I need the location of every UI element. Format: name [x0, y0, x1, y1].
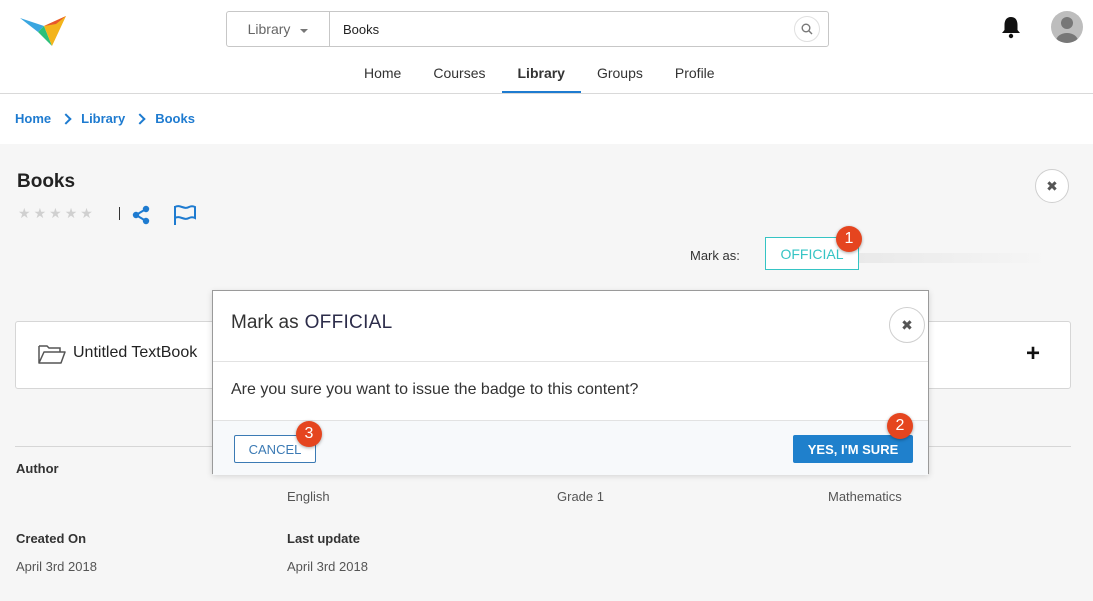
star-icon[interactable]: ★ [49, 206, 62, 220]
created-on-value: April 3rd 2018 [16, 559, 97, 574]
nav-groups[interactable]: Groups [581, 57, 659, 93]
search-input[interactable] [330, 12, 794, 46]
user-avatar[interactable] [1051, 11, 1083, 43]
star-icon[interactable]: ★ [65, 206, 78, 220]
nav-profile[interactable]: Profile [659, 57, 731, 93]
close-icon: ✖ [1046, 177, 1058, 194]
app-logo[interactable] [18, 8, 68, 50]
author-label: Author [16, 461, 59, 476]
created-on-label: Created On [16, 531, 87, 546]
language-value: English [287, 489, 330, 504]
last-update-label: Last update [287, 531, 360, 546]
star-icon[interactable]: ★ [34, 206, 47, 220]
dialog-header: Mark as OFFICIAL ✖ [213, 291, 928, 362]
dialog-title-badge: OFFICIAL [304, 312, 393, 333]
rating-stars[interactable]: ★ ★ ★ ★ ★ [18, 206, 93, 220]
nav-courses[interactable]: Courses [417, 57, 501, 93]
subject-value: Mathematics [828, 489, 902, 504]
chevron-right-icon [134, 112, 146, 125]
last-update-value: April 3rd 2018 [287, 559, 368, 574]
mark-as-label: Mark as: [690, 248, 740, 263]
step-marker-2: 2 [887, 413, 913, 439]
dialog-title-prefix: Mark as [231, 312, 299, 333]
dialog-message: Are you sure you want to issue the badge… [231, 381, 639, 398]
nav-home[interactable]: Home [348, 57, 417, 93]
badge-highlight [859, 253, 1049, 263]
search-bar: Library [226, 11, 829, 47]
close-content-button[interactable]: ✖ [1035, 169, 1069, 203]
dialog-title: Mark as OFFICIAL [231, 312, 393, 334]
breadcrumb-library[interactable]: Library [81, 111, 125, 126]
close-icon: ✖ [901, 316, 913, 333]
step-marker-1: 1 [836, 226, 862, 252]
flag-icon[interactable] [173, 204, 197, 231]
textbook-title[interactable]: Untitled TextBook [73, 344, 197, 362]
chevron-down-icon [300, 28, 309, 33]
divider [119, 207, 120, 220]
breadcrumb-home[interactable]: Home [15, 111, 51, 126]
step-marker-3: 3 [296, 421, 322, 447]
page-title: Books [17, 171, 76, 192]
search-button[interactable] [794, 16, 820, 42]
confirm-button[interactable]: YES, I'M SURE [793, 435, 913, 463]
breadcrumb-books[interactable]: Books [155, 111, 195, 126]
star-icon[interactable]: ★ [18, 206, 31, 220]
plus-icon[interactable]: + [1026, 340, 1040, 368]
mark-as-dialog: Mark as OFFICIAL ✖ Are you sure you want … [212, 290, 929, 475]
main-nav: Home Courses Library Groups Profile [348, 57, 731, 93]
breadcrumb: Home Library Books [15, 111, 195, 126]
top-bar: Library Home Courses Library Groups Prof… [0, 0, 1093, 94]
nav-library[interactable]: Library [501, 57, 581, 93]
dialog-close-button[interactable]: ✖ [889, 307, 925, 343]
share-icon[interactable] [131, 205, 151, 230]
folder-open-icon [38, 344, 66, 369]
search-scope-dropdown[interactable]: Library [227, 12, 330, 46]
search-icon [801, 23, 813, 35]
star-icon[interactable]: ★ [80, 206, 93, 220]
dialog-body: Are you sure you want to issue the badge… [213, 362, 928, 421]
notifications-bell-icon[interactable] [1000, 15, 1022, 39]
grade-value: Grade 1 [557, 489, 604, 504]
search-scope-label: Library [247, 21, 291, 37]
chevron-right-icon [60, 112, 72, 125]
